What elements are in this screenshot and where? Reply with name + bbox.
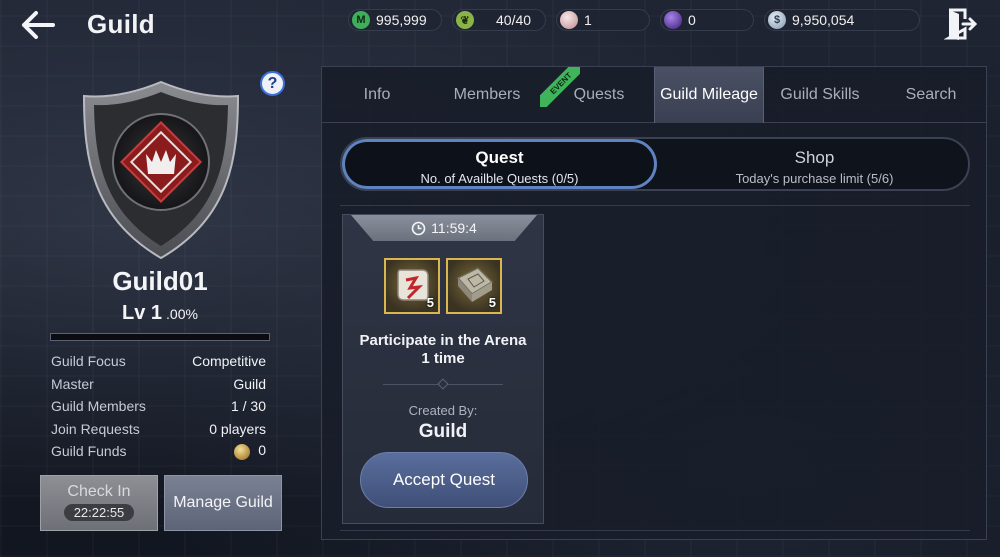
silver-resource: $ 9,950,054: [764, 9, 920, 31]
guild-emblem: [80, 78, 242, 262]
info-label: Guild Members: [51, 398, 146, 414]
segment-shop-subtitle: Today's purchase limit (5/6): [735, 171, 894, 186]
info-value-wrap: 0: [234, 442, 266, 460]
divider: [340, 530, 970, 531]
clock-icon: [411, 221, 426, 235]
info-label: Join Requests: [51, 421, 140, 437]
tab-search[interactable]: Search: [876, 67, 986, 123]
quest-title-line2: 1 time: [421, 350, 465, 367]
quest-title: Participate in the Arena 1 time: [343, 332, 543, 368]
quest-shop-toggle: Quest No. of Availble Quests (0/5) Shop …: [340, 137, 970, 191]
mileage-m-icon: M: [352, 11, 370, 29]
info-row-join-requests: Join Requests 0 players: [51, 419, 266, 439]
tab-quests[interactable]: Quests: [544, 67, 654, 123]
info-value: 0: [258, 442, 266, 459]
quest-timer-value: 11:59:4: [431, 220, 477, 236]
info-label: Guild Focus: [51, 353, 126, 369]
pearl-resource: 1: [556, 9, 650, 31]
accept-quest-button[interactable]: Accept Quest: [360, 452, 528, 508]
check-in-button[interactable]: Check In 22:22:55: [40, 475, 158, 531]
info-row-master: Master Guild: [51, 374, 266, 394]
back-arrow-icon[interactable]: [20, 9, 56, 41]
guild-xp-bar: [50, 333, 270, 341]
quest-timer: 11:59:4: [351, 215, 537, 241]
guild-level-value: Lv 1: [122, 302, 163, 324]
created-by-value: Guild: [418, 421, 468, 442]
info-row-guild-members: Guild Members 1 / 30: [51, 396, 266, 416]
divider: [340, 205, 970, 206]
quest-card: 11:59:4 5 5 Participate in the Arena 1 t…: [342, 214, 544, 524]
stamina-value: 40/40: [496, 12, 532, 28]
help-icon[interactable]: ?: [260, 71, 285, 96]
info-value: Guild: [233, 376, 266, 392]
tab-bar: Info Members Quests EVENT Guild Mileage …: [322, 67, 986, 123]
manage-guild-button[interactable]: Manage Guild: [164, 475, 282, 531]
guild-content-panel: Info Members Quests EVENT Guild Mileage …: [321, 66, 987, 540]
segment-shop[interactable]: Shop Today's purchase limit (5/6): [657, 139, 972, 189]
tab-guild-mileage[interactable]: Guild Mileage: [654, 67, 764, 123]
silver-coin-icon: $: [768, 11, 786, 29]
mileage-value: 995,999: [376, 12, 427, 28]
top-bar: Guild M 995,999 ❦ 40/40 1 0 $ 9,950,054: [0, 0, 1000, 50]
page-title: Guild: [87, 9, 155, 39]
mileage-resource: M 995,999: [348, 9, 442, 31]
segment-shop-title: Shop: [794, 148, 835, 167]
tab-members[interactable]: Members: [432, 67, 542, 123]
exit-door-icon[interactable]: [943, 7, 978, 41]
reward-item-tablet[interactable]: 5: [446, 258, 502, 314]
reward-qty: 5: [488, 295, 496, 310]
gold-coin-icon: [234, 443, 251, 460]
reward-qty: 5: [426, 295, 434, 310]
check-in-label: Check In: [67, 483, 131, 500]
info-label: Master: [51, 376, 94, 392]
info-row-guild-focus: Guild Focus Competitive: [51, 351, 266, 371]
check-in-timer: 22:22:55: [63, 504, 135, 521]
info-label: Guild Funds: [51, 443, 127, 459]
purple-orb-icon: [664, 11, 682, 29]
tab-guild-skills[interactable]: Guild Skills: [765, 67, 875, 123]
segment-quest-subtitle: No. of Availble Quests (0/5): [420, 171, 579, 186]
card-divider-diamond: [437, 378, 449, 390]
reward-item-scroll[interactable]: 5: [384, 258, 440, 314]
stamina-resource: ❦ 40/40: [452, 9, 546, 31]
info-value: Competitive: [192, 353, 266, 369]
info-value: 0 players: [209, 421, 266, 437]
guild-level-percent: .00%: [166, 306, 198, 322]
tab-info[interactable]: Info: [322, 67, 432, 123]
quest-title-line1: Participate in the Arena: [359, 332, 527, 349]
pearl-value: 1: [584, 12, 592, 28]
created-by-label: Created By:: [408, 403, 478, 418]
segment-quest-title: Quest: [475, 148, 524, 167]
orb-resource: 0: [660, 9, 754, 31]
info-row-guild-funds: Guild Funds 0: [51, 441, 266, 461]
orb-value: 0: [688, 12, 696, 28]
guild-name: Guild01: [112, 266, 208, 296]
segment-quest[interactable]: Quest No. of Availble Quests (0/5): [342, 139, 657, 189]
pearl-icon: [560, 11, 578, 29]
info-value: 1 / 30: [230, 398, 266, 414]
silver-value: 9,950,054: [792, 12, 855, 28]
stamina-leaf-icon: ❦: [456, 11, 474, 29]
guild-level: Lv 1.00%: [60, 302, 260, 325]
